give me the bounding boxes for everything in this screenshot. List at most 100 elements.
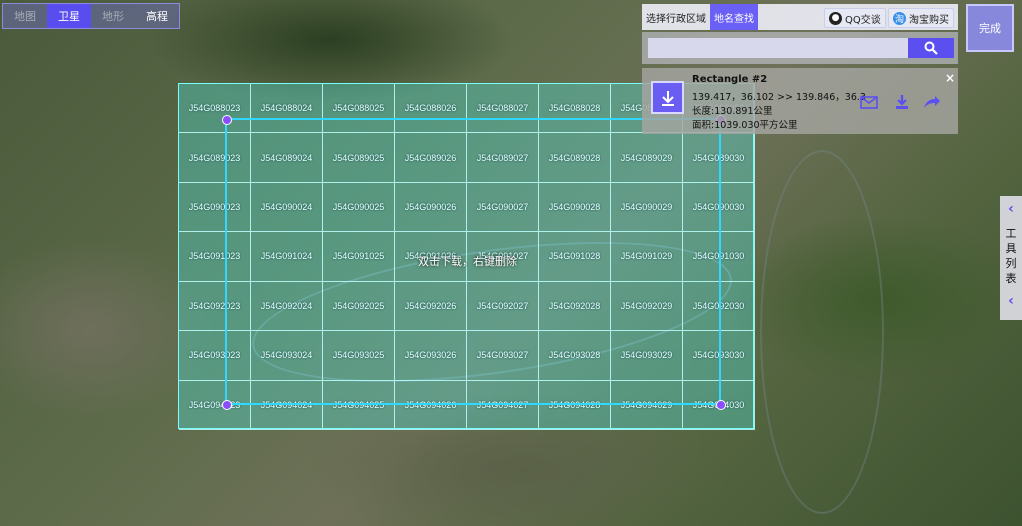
shape-length: 长度:130.891公里 (692, 106, 773, 117)
grid-tile[interactable]: J54G089024 (251, 133, 323, 183)
grid-tile[interactable]: J54G088026 (395, 84, 467, 134)
grid-tile-code: J54G092023 (188, 300, 241, 311)
grid-tile[interactable]: J54G090024 (251, 182, 323, 233)
grid-tile[interactable]: J54G094027 (467, 380, 539, 430)
grid-tile[interactable]: J54G094024 (251, 380, 323, 430)
grid-tile[interactable]: J54G092024 (251, 281, 323, 332)
grid-tile[interactable]: J54G090026 (395, 182, 467, 233)
grid-tile-code: J54G089029 (620, 152, 673, 163)
grid-tile[interactable]: J54G090029 (611, 182, 683, 233)
grid-tile-code: J54G092026 (404, 300, 457, 311)
grid-tile[interactable]: J54G094028 (539, 380, 611, 430)
grid-tile[interactable]: J54G092026 (395, 281, 467, 332)
grid-tile[interactable]: J54G094026 (395, 380, 467, 430)
grid-tile-code: J54G093028 (548, 350, 601, 361)
map-type-satellite[interactable]: 卫星 (47, 4, 91, 28)
grid-tile[interactable]: J54G093025 (323, 331, 395, 381)
download-button[interactable] (651, 81, 684, 114)
grid-tile-code: J54G092029 (620, 300, 673, 311)
grid-tile-code: J54G092027 (476, 300, 529, 311)
qq-chat-button[interactable]: ● QQ交谈 (824, 8, 886, 28)
grid-tile-code: J54G088024 (260, 103, 313, 114)
grid-tile[interactable]: J54G088024 (251, 84, 323, 134)
selection-rectangle-bottom (225, 403, 720, 405)
grid-tile[interactable]: J54G089026 (395, 133, 467, 183)
grid-tile[interactable]: J54G091024 (251, 232, 323, 282)
tab-select-region[interactable]: 选择行政区域 (642, 4, 710, 30)
grid-tile-code: J54G090028 (548, 202, 601, 213)
grid-tile[interactable]: J54G091028 (539, 232, 611, 282)
grid-tile[interactable]: J54G089025 (323, 133, 395, 183)
save-download-icon[interactable] (892, 94, 912, 110)
grid-tile[interactable]: J54G093026 (395, 331, 467, 381)
qq-penguin-icon: ● (829, 11, 842, 25)
taobao-buy-button[interactable]: 淘 淘宝购买 (888, 8, 954, 28)
grid-tile[interactable]: J54G088028 (539, 84, 611, 134)
search-icon (924, 41, 938, 55)
grid-tile[interactable]: J54G092029 (611, 281, 683, 332)
grid-tile-code: J54G091029 (620, 251, 673, 262)
grid-tile-code: J54G093029 (620, 350, 673, 361)
grid-tile[interactable]: J54G091029 (611, 232, 683, 282)
grid-tile[interactable]: J54G092028 (539, 281, 611, 332)
grid-tile-code: J54G091025 (332, 251, 385, 262)
grid-tile[interactable]: J54G088027 (467, 84, 539, 134)
tool-list-panel[interactable]: ‹ 工 具 列 表 ‹ (1000, 196, 1022, 320)
grid-tile[interactable]: J54G090027 (467, 182, 539, 233)
grid-tile[interactable]: J54G093023 (179, 331, 251, 381)
grid-tile[interactable]: J54G093028 (539, 331, 611, 381)
rectangle-info-panel: Rectangle #2 139.417，36.102 >> 139.846，3… (642, 68, 958, 134)
tab-place-search[interactable]: 地名查找 (710, 4, 758, 30)
grid-tile-code: J54G088023 (188, 103, 241, 114)
grid-tile[interactable]: J54G094023 (179, 380, 251, 430)
download-arrow-icon (661, 90, 674, 106)
search-input[interactable] (648, 38, 908, 58)
grid-tile-code: J54G090023 (188, 202, 241, 213)
chevron-left-icon[interactable]: ‹ (1008, 202, 1014, 216)
rectangle-vertex[interactable] (222, 400, 232, 410)
grid-tile-code: J54G093026 (404, 350, 457, 361)
done-button[interactable]: 完成 (966, 4, 1014, 52)
grid-tile[interactable]: J54G089027 (467, 133, 539, 183)
share-icon[interactable] (922, 94, 942, 110)
grid-tile[interactable]: J54G091023 (179, 232, 251, 282)
grid-tile[interactable]: J54G089023 (179, 133, 251, 183)
taobao-buy-label: 淘宝购买 (909, 14, 949, 26)
grid-tile[interactable]: J54G094029 (611, 380, 683, 430)
grid-tile-code: J54G091028 (548, 251, 601, 262)
grid-tile[interactable]: J54G090023 (179, 182, 251, 233)
grid-tile[interactable]: J54G093024 (251, 331, 323, 381)
grid-tile[interactable]: J54G093027 (467, 331, 539, 381)
qq-chat-label: QQ交谈 (845, 14, 881, 26)
grid-tile[interactable]: J54G088023 (179, 84, 251, 134)
grid-tile[interactable]: J54G092025 (323, 281, 395, 332)
rectangle-vertex[interactable] (716, 400, 726, 410)
grid-tile[interactable]: J54G090025 (323, 182, 395, 233)
grid-tile[interactable]: J54G089028 (539, 133, 611, 183)
chevron-left-icon[interactable]: ‹ (1008, 294, 1014, 308)
grid-tile-code: J54G089025 (332, 152, 385, 163)
search-button[interactable] (908, 38, 954, 58)
email-icon[interactable] (859, 94, 879, 110)
grid-tile[interactable]: J54G093029 (611, 331, 683, 381)
grid-tile-code: J54G088028 (548, 103, 601, 114)
grid-tile-code: J54G091024 (260, 251, 313, 262)
grid-hint-text: 双击下载，右键删除 (418, 255, 517, 268)
grid-tile-code: J54G093023 (188, 350, 241, 361)
selection-rectangle-left (225, 118, 227, 405)
shape-area: 面积:1039.030平方公里 (692, 120, 798, 131)
grid-tile[interactable]: J54G094025 (323, 380, 395, 430)
grid-tile[interactable]: J54G090028 (539, 182, 611, 233)
map-type-terrain[interactable]: 地形 (91, 4, 135, 28)
map-type-elevation[interactable]: 高程 (135, 4, 179, 28)
grid-tile[interactable]: J54G091025 (323, 232, 395, 282)
grid-tile[interactable]: J54G092023 (179, 281, 251, 332)
close-icon[interactable]: × (945, 71, 955, 85)
map-type-map[interactable]: 地图 (3, 4, 47, 28)
shape-title: Rectangle #2 (692, 74, 768, 85)
grid-tile-code: J54G089023 (188, 152, 241, 163)
grid-tile[interactable]: J54G088025 (323, 84, 395, 134)
rectangle-vertex[interactable] (222, 115, 232, 125)
grid-tile[interactable]: J54G089029 (611, 133, 683, 183)
grid-tile[interactable]: J54G092027 (467, 281, 539, 332)
